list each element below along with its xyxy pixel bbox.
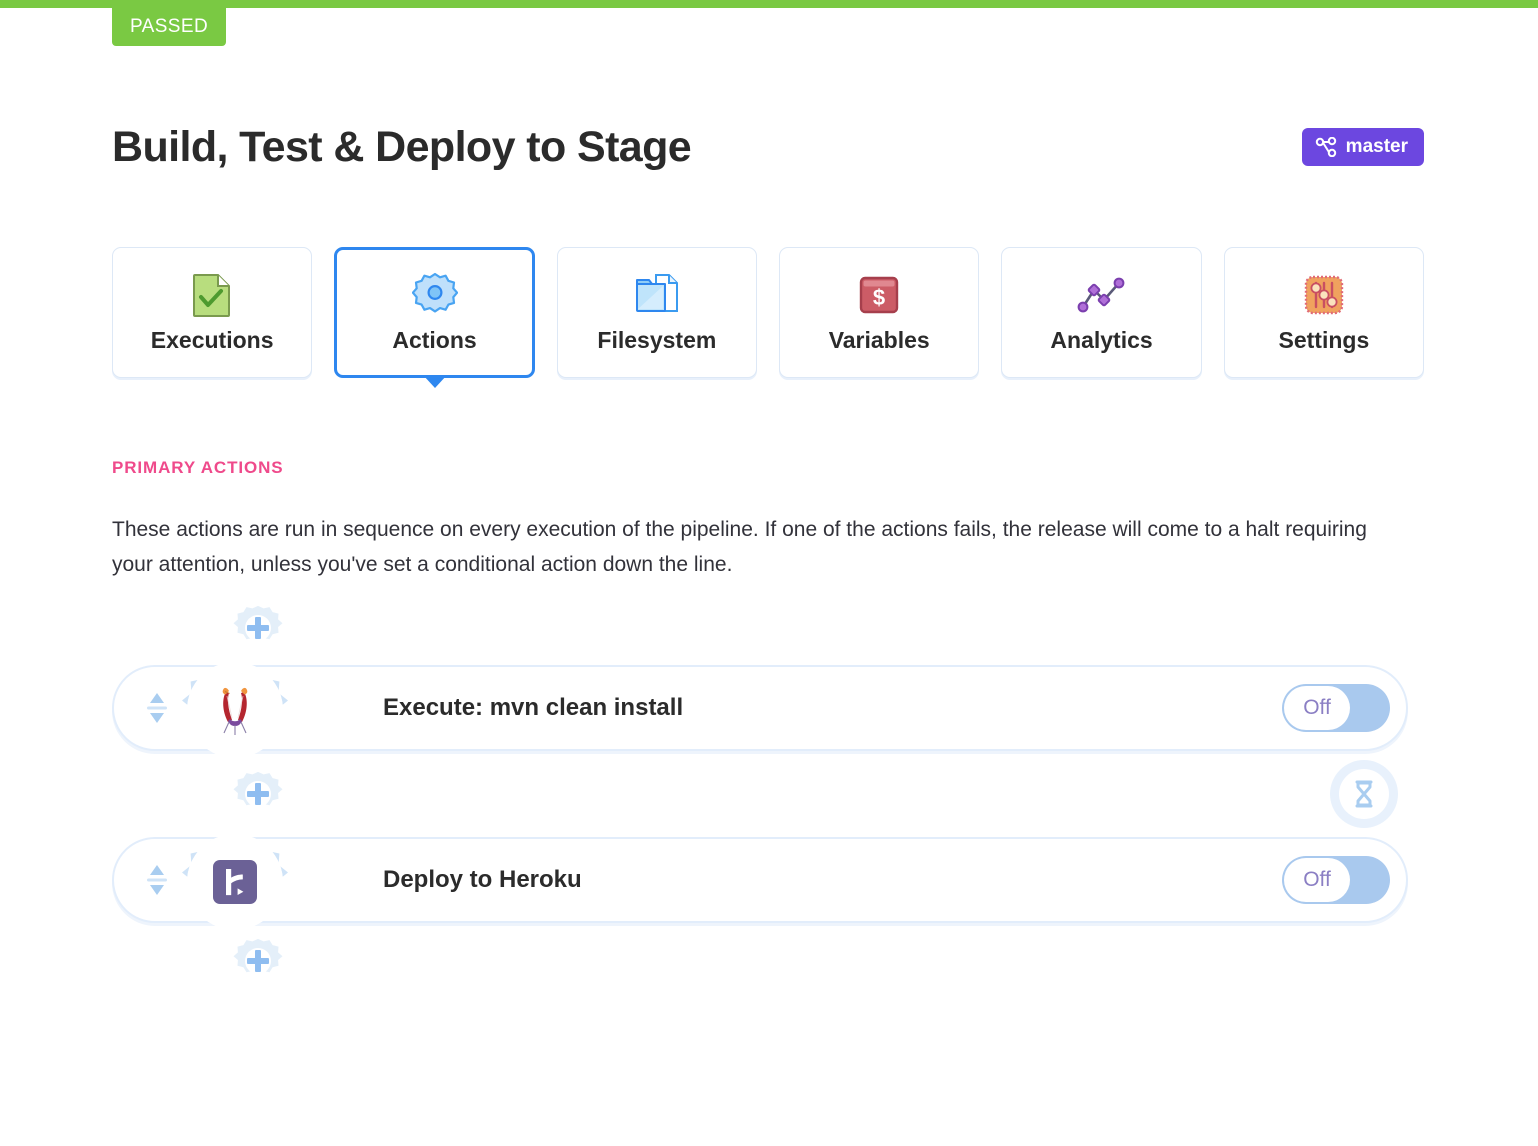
action-toggle[interactable]: Off	[1282, 684, 1390, 732]
action-row[interactable]: Execute: mvn clean install Off	[112, 665, 1408, 751]
action-icon-disc	[187, 662, 283, 758]
add-action-button-bottom[interactable]	[230, 933, 286, 989]
action-icon-badge[interactable]	[172, 647, 298, 773]
tab-actions[interactable]: Actions	[334, 247, 534, 378]
gear-icon	[412, 272, 458, 318]
hourglass-icon	[1351, 779, 1377, 809]
dollar-card-icon: $	[858, 272, 900, 318]
tab-executions[interactable]: Executions	[112, 247, 312, 378]
folder-file-icon	[634, 272, 680, 318]
plus-icon	[247, 617, 269, 639]
document-check-icon	[191, 272, 233, 318]
toggle-knob: Off	[1284, 686, 1350, 730]
tab-variables[interactable]: $ Variables	[779, 247, 979, 378]
git-branch-icon	[1315, 137, 1337, 157]
plus-icon	[247, 783, 269, 805]
tab-label: Variables	[829, 327, 930, 354]
tab-label: Executions	[151, 327, 274, 354]
plus-icon	[247, 950, 269, 972]
section-description: These actions are run in sequence on eve…	[112, 512, 1382, 582]
conditional-action-button[interactable]	[1330, 760, 1398, 828]
status-badge: PASSED	[112, 8, 226, 46]
heroku-icon	[212, 859, 258, 905]
action-label: Deploy to Heroku	[383, 866, 582, 894]
svg-text:$: $	[873, 285, 885, 310]
conditional-action-inner	[1339, 769, 1389, 819]
status-bar	[0, 0, 1538, 8]
tab-analytics[interactable]: Analytics	[1001, 247, 1201, 378]
toggle-knob: Off	[1284, 858, 1350, 902]
add-action-button-middle[interactable]	[230, 766, 286, 822]
tab-label: Analytics	[1050, 327, 1152, 354]
action-separator	[112, 760, 1424, 828]
up-down-arrows-icon	[142, 688, 172, 728]
action-icon-badge[interactable]	[172, 819, 298, 945]
action-toggle[interactable]: Off	[1282, 856, 1390, 904]
section-title: PRIMARY ACTIONS	[112, 458, 284, 478]
branch-label: master	[1346, 136, 1408, 158]
primary-actions-list: Execute: mvn clean install Off	[112, 600, 1424, 989]
apache-maven-feather-icon	[205, 680, 265, 740]
tab-settings[interactable]: Settings	[1224, 247, 1424, 378]
action-label: Execute: mvn clean install	[383, 694, 683, 722]
action-icon-disc	[187, 834, 283, 930]
action-row[interactable]: Deploy to Heroku Off	[112, 837, 1408, 923]
tab-label: Settings	[1279, 327, 1370, 354]
branch-badge[interactable]: master	[1302, 128, 1424, 166]
line-chart-icon	[1077, 272, 1127, 318]
tab-label: Filesystem	[597, 327, 716, 354]
page-title: Build, Test & Deploy to Stage	[112, 123, 691, 172]
page-header: Build, Test & Deploy to Stage master	[112, 112, 1424, 182]
tab-bar: Executions Actions Filesystem	[112, 247, 1424, 378]
tab-label: Actions	[392, 327, 476, 354]
sliders-icon	[1303, 272, 1345, 318]
tab-filesystem[interactable]: Filesystem	[557, 247, 757, 378]
up-down-arrows-icon	[142, 860, 172, 900]
